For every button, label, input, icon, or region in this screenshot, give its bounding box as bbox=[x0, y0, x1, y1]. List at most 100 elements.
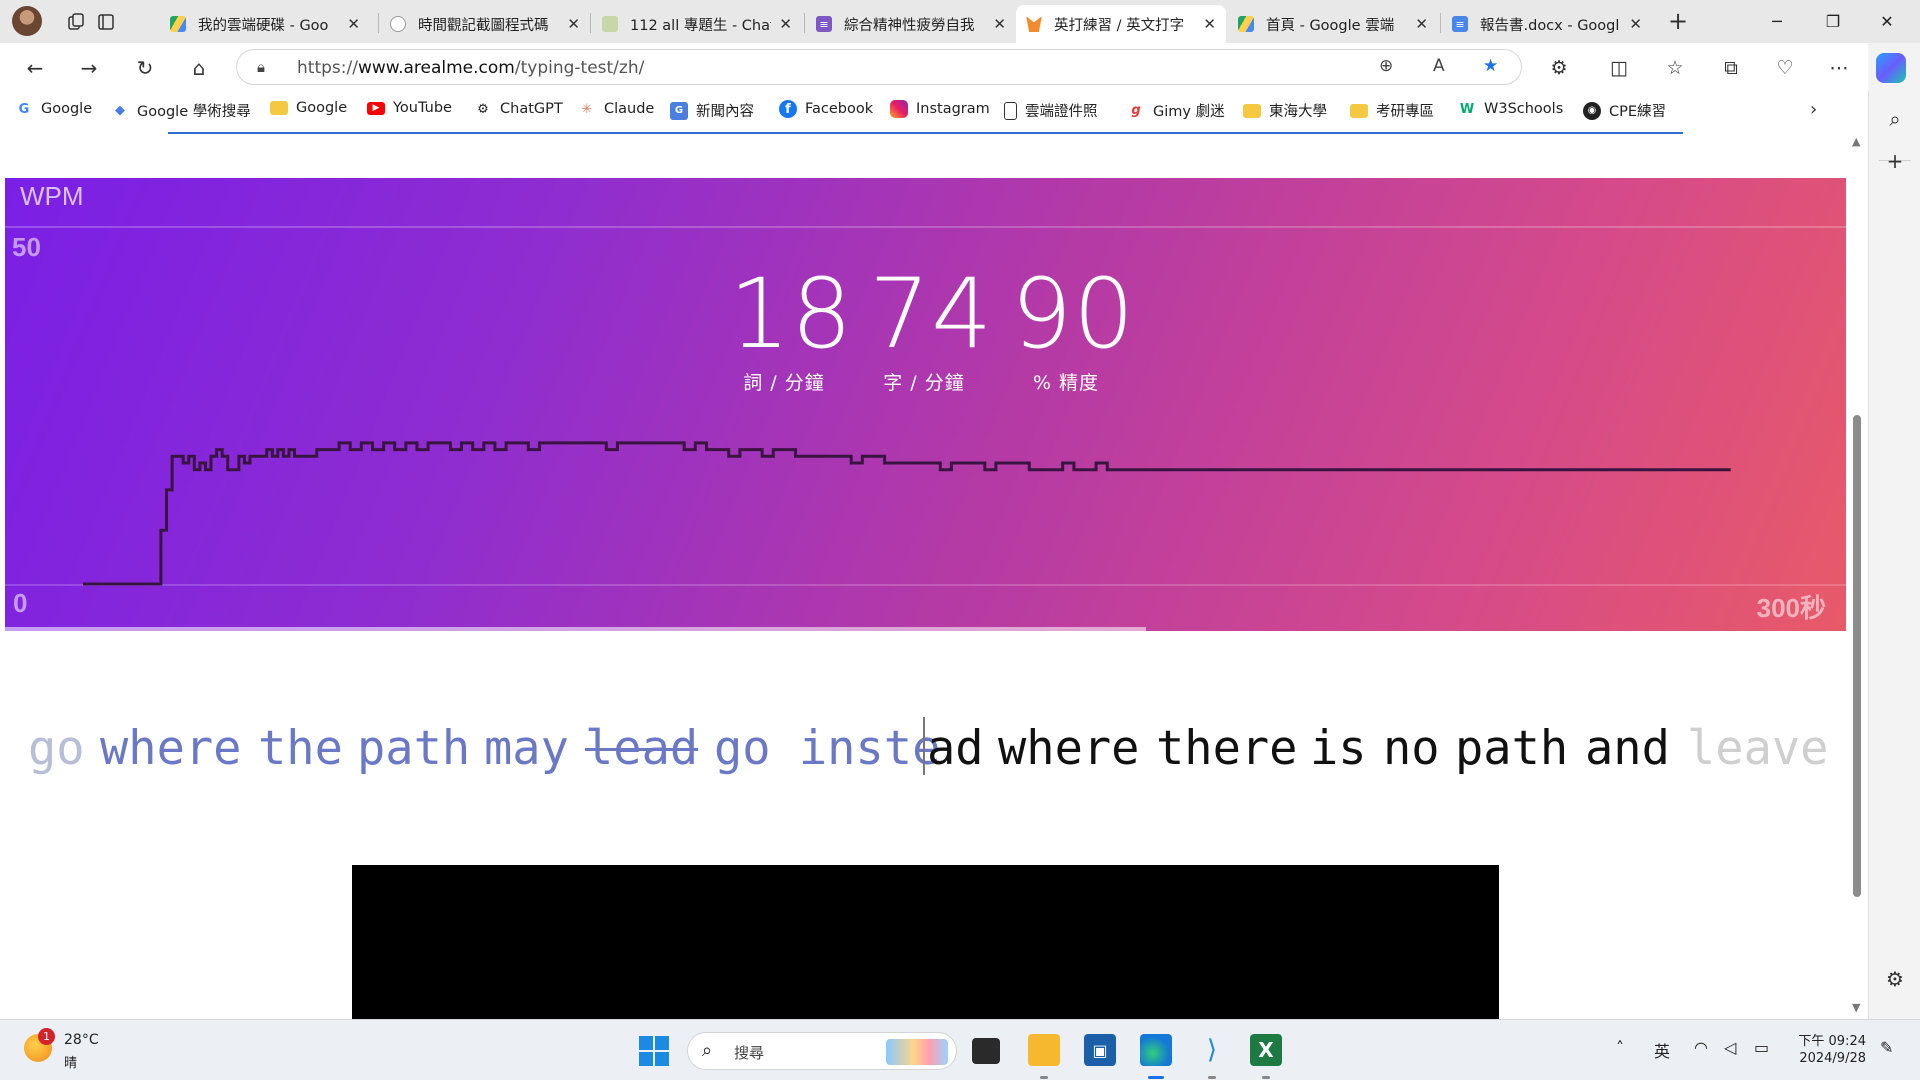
clock-time[interactable]: 下午 09:24 bbox=[1796, 1030, 1866, 1049]
battery-icon[interactable]: ▭ bbox=[1754, 1038, 1769, 1057]
close-icon[interactable]: ✕ bbox=[1629, 15, 1642, 33]
tab-title: 我的雲端硬碟 - Goo bbox=[198, 17, 329, 34]
browser-essentials-icon[interactable]: ♡ bbox=[1770, 53, 1800, 83]
typed-word: the bbox=[258, 721, 343, 776]
bookmark-w3schools[interactable]: W W3Schools bbox=[1458, 100, 1563, 118]
bookmark-facebook[interactable]: f Facebook bbox=[779, 100, 873, 118]
remote-desktop-icon[interactable]: ▣ bbox=[1084, 1034, 1116, 1066]
tab-google-drive-home[interactable]: 首頁 - Google 雲端 ✕ bbox=[1228, 5, 1438, 43]
lock-icon[interactable]: 🔒︎ bbox=[257, 58, 265, 76]
bookmark-google[interactable]: G Google bbox=[15, 100, 92, 118]
start-button[interactable] bbox=[639, 1036, 669, 1066]
excel-icon[interactable]: X bbox=[1250, 1034, 1282, 1066]
url-text[interactable]: https://www.arealme.com/typing-test/zh/ bbox=[297, 58, 644, 78]
favorites-icon[interactable]: ☆ bbox=[1660, 53, 1690, 83]
input-method-indicator[interactable]: 英 bbox=[1654, 1038, 1670, 1062]
bookmark-cpe[interactable]: ◉ CPE練習 bbox=[1583, 100, 1666, 121]
edge-sidebar: ⌕ + ⚙︎ bbox=[1868, 91, 1920, 1019]
bookmark-label: W3Schools bbox=[1484, 101, 1564, 117]
wpm-chart-panel: WPM 50 0 300秒 18 詞 / 分鐘 74 字 / 分鐘 90 % 精… bbox=[5, 178, 1846, 631]
youtube-icon: ▶ bbox=[367, 101, 385, 115]
read-aloud-icon[interactable]: A bbox=[1433, 56, 1445, 76]
tab-actions-icon[interactable] bbox=[92, 8, 120, 36]
close-icon[interactable]: ✕ bbox=[347, 15, 360, 33]
github-icon: ◉ bbox=[1583, 101, 1601, 120]
wpm-line-chart bbox=[82, 441, 1731, 586]
bookmark-label: Instagram bbox=[916, 101, 990, 117]
bookmark-instagram[interactable]: Instagram bbox=[890, 100, 990, 118]
more-menu-icon[interactable]: ⋯ bbox=[1824, 53, 1854, 83]
bookmark-chatgpt[interactable]: ⚙︎ ChatGPT bbox=[474, 100, 563, 118]
clock-date[interactable]: 2024/9/28 bbox=[1796, 1051, 1866, 1066]
scroll-down-arrow-icon[interactable]: ▼ bbox=[1852, 1001, 1860, 1014]
tab-title: 112 all 專題生 - Chat bbox=[630, 17, 772, 34]
scroll-up-arrow-icon[interactable]: ▲ bbox=[1852, 135, 1860, 148]
bookmark-label: YouTube bbox=[393, 100, 452, 116]
workspaces-icon[interactable] bbox=[62, 8, 90, 36]
pending-word: leave bbox=[1687, 721, 1829, 776]
bookmark-youtube[interactable]: ▶ YouTube bbox=[367, 100, 452, 116]
favorite-star-icon[interactable]: ★ bbox=[1483, 56, 1498, 76]
address-bar[interactable]: 🔒︎ https://www.arealme.com/typing-test/z… bbox=[236, 49, 1522, 85]
weather-badge: 1 bbox=[38, 1028, 55, 1045]
bookmark-scholar[interactable]: ◆ Google 學術搜尋 bbox=[111, 100, 251, 121]
edge-browser-icon[interactable] bbox=[1140, 1034, 1172, 1066]
close-icon[interactable]: ✕ bbox=[1203, 15, 1216, 33]
task-view-icon[interactable] bbox=[972, 1038, 1000, 1064]
vscode-icon[interactable]: ⟩ bbox=[1196, 1034, 1228, 1066]
bookmark-news[interactable]: G 新聞內容 bbox=[670, 100, 754, 121]
scrollbar-thumb[interactable] bbox=[1853, 415, 1861, 897]
add-icon[interactable]: + bbox=[1881, 147, 1909, 175]
tab-typing-test[interactable]: 英打練習 / 英文打字 ✕ bbox=[1016, 5, 1226, 43]
copilot-icon[interactable] bbox=[1876, 53, 1906, 83]
collections-icon[interactable]: ⧉ bbox=[1716, 53, 1746, 83]
close-icon[interactable]: ✕ bbox=[779, 15, 792, 33]
close-icon[interactable]: ✕ bbox=[1415, 15, 1428, 33]
close-icon[interactable]: ✕ bbox=[567, 15, 580, 33]
notification-bell-icon[interactable]: ✎ bbox=[1880, 1038, 1893, 1057]
tab-title: 時間觀記截圖程式碼 bbox=[418, 17, 549, 34]
wifi-icon[interactable]: ◠ bbox=[1694, 1038, 1708, 1057]
taskbar-search[interactable]: ⌕ 搜尋 bbox=[687, 1032, 957, 1070]
tab-google-forms[interactable]: ≡ 綜合精神性疲勞自我 ✕ bbox=[806, 5, 1016, 43]
folder-icon bbox=[1243, 103, 1261, 118]
volume-muted-icon[interactable]: ◁ bbox=[1724, 1038, 1736, 1057]
bookmark-gimy[interactable]: g Gimy 劇迷 bbox=[1127, 100, 1224, 121]
weather-temperature[interactable]: 28°C bbox=[64, 1032, 99, 1048]
tab-chat[interactable]: 112 all 專題生 - Chat ✕ bbox=[592, 5, 802, 43]
bookmark-folder-exam[interactable]: 考研專區 bbox=[1350, 100, 1434, 121]
close-icon[interactable]: ✕ bbox=[993, 15, 1006, 33]
weather-condition[interactable]: 晴 bbox=[64, 1052, 77, 1071]
close-window-button[interactable]: ✕ bbox=[1852, 0, 1920, 43]
bookmark-claude[interactable]: ✳ Claude bbox=[578, 100, 655, 118]
refresh-button[interactable]: ↻ bbox=[130, 53, 160, 83]
typing-text-area[interactable]: go where the path may lead go inste ad w… bbox=[0, 711, 1848, 791]
forward-button[interactable]: → bbox=[74, 53, 104, 83]
new-tab-button[interactable]: + bbox=[1663, 6, 1693, 36]
claude-icon: ✳ bbox=[581, 101, 593, 117]
tab-google-docs[interactable]: ≡ 報告書.docx - Googl ✕ bbox=[1442, 5, 1652, 43]
extensions-icon[interactable]: ⚙︎ bbox=[1544, 53, 1574, 83]
chevron-right-icon[interactable]: › bbox=[1810, 99, 1817, 120]
bookmark-folder-thu[interactable]: 東海大學 bbox=[1243, 100, 1327, 121]
profile-avatar[interactable] bbox=[12, 6, 42, 36]
google-docs-icon: ≡ bbox=[1452, 16, 1468, 32]
back-button[interactable]: ← bbox=[20, 53, 50, 83]
tab-chatgpt[interactable]: 時間觀記截圖程式碼 ✕ bbox=[380, 5, 590, 43]
file-explorer-icon[interactable] bbox=[1028, 1034, 1060, 1066]
fox-icon bbox=[1026, 16, 1042, 32]
url-path: /typing-test/zh/ bbox=[514, 58, 645, 78]
search-icon[interactable]: ⌕ bbox=[1881, 105, 1909, 133]
home-button[interactable]: ⌂ bbox=[184, 53, 214, 83]
search-icon: ⌕ bbox=[702, 1040, 713, 1061]
bookmark-id-photo[interactable]: 雲端證件照 bbox=[1004, 100, 1098, 121]
show-hidden-icons-chevron-icon[interactable]: ˄ bbox=[1616, 1038, 1624, 1057]
zoom-icon[interactable]: ⊕ bbox=[1379, 56, 1393, 76]
page-scrollbar[interactable]: ▲ ▼ bbox=[1848, 131, 1868, 1019]
tab-google-drive[interactable]: 我的雲端硬碟 - Goo ✕ bbox=[160, 5, 370, 43]
split-screen-icon[interactable]: ◫ bbox=[1604, 53, 1634, 83]
advertisement-area[interactable] bbox=[352, 865, 1499, 1019]
folder-icon bbox=[270, 101, 288, 115]
settings-icon[interactable]: ⚙︎ bbox=[1881, 965, 1909, 993]
bookmark-folder-google[interactable]: Google bbox=[270, 100, 347, 116]
